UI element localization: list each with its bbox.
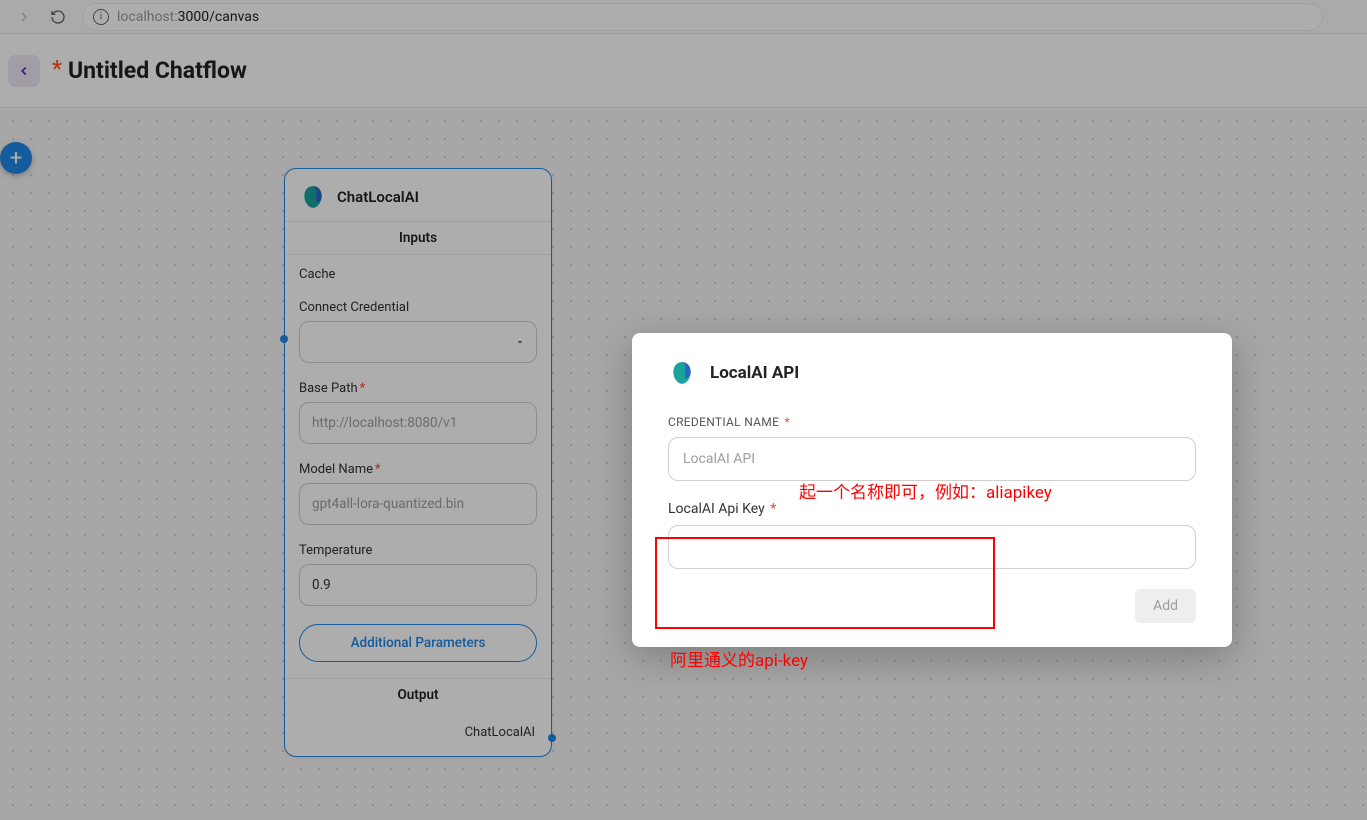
credential-name-label: CREDENTIAL NAME * xyxy=(668,415,1196,429)
dialog-title: LocalAI API xyxy=(710,363,799,383)
credential-dialog: LocalAI API CREDENTIAL NAME * LocalAI Ap… xyxy=(632,333,1232,647)
credential-name-input[interactable] xyxy=(668,437,1196,481)
api-key-input[interactable] xyxy=(668,525,1196,569)
add-button[interactable]: Add xyxy=(1135,589,1196,623)
localai-logo-icon xyxy=(668,359,696,387)
api-key-label: LocalAI Api Key * xyxy=(668,501,1196,517)
